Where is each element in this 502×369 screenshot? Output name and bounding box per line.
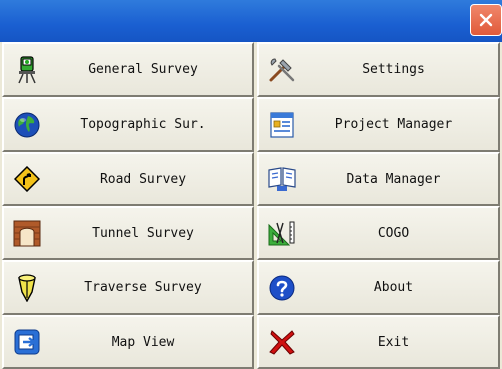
traverse-survey-button[interactable]: Traverse Survey	[2, 260, 254, 315]
close-icon	[479, 13, 493, 27]
about-label: About	[373, 280, 414, 295]
exit-label: Exit	[377, 334, 410, 350]
project-manager-label: Project Manager	[334, 117, 453, 132]
map-view-label: Map View	[111, 334, 175, 350]
cogo-icon	[267, 218, 297, 248]
exit-x-icon	[267, 327, 297, 357]
road-survey-label: Road Survey	[99, 171, 187, 187]
road-sign-icon	[12, 164, 42, 194]
project-manager-button[interactable]: Project Manager	[257, 97, 500, 152]
topographic-survey-button[interactable]: Topographic Sur.	[2, 97, 254, 152]
tunnel-icon	[12, 218, 42, 248]
data-manager-label: Data Manager	[346, 171, 441, 187]
tunnel-survey-label: Tunnel Survey	[92, 225, 194, 241]
title-bar[interactable]	[0, 0, 502, 42]
settings-label: Settings	[362, 62, 425, 77]
general-survey-button[interactable]: General Survey	[2, 42, 254, 97]
help-icon	[267, 273, 297, 303]
traverse-marker-icon	[12, 273, 42, 303]
tools-icon	[267, 55, 297, 85]
tunnel-survey-button[interactable]: Tunnel Survey	[2, 206, 254, 260]
main-menu-window: General Survey Topographic Sur. Road Sur…	[0, 0, 502, 369]
settings-button[interactable]: Settings	[257, 42, 500, 97]
data-manager-button[interactable]: Data Manager	[257, 152, 500, 206]
general-survey-label: General Survey	[88, 62, 198, 77]
about-button[interactable]: About	[257, 260, 500, 315]
data-manager-icon	[267, 164, 297, 194]
cogo-label: COGO	[377, 225, 410, 241]
traverse-survey-label: Traverse Survey	[84, 280, 202, 295]
map-view-icon	[12, 327, 42, 357]
map-view-button[interactable]: Map View	[2, 315, 254, 369]
project-manager-icon	[267, 110, 297, 140]
road-survey-button[interactable]: Road Survey	[2, 152, 254, 206]
total-station-icon	[12, 55, 42, 85]
exit-button[interactable]: Exit	[257, 315, 500, 369]
close-button[interactable]	[470, 4, 502, 36]
menu-grid: General Survey Topographic Sur. Road Sur…	[0, 42, 502, 369]
cogo-button[interactable]: COGO	[257, 206, 500, 260]
topographic-survey-label: Topographic Sur.	[80, 117, 206, 132]
globe-icon	[12, 110, 42, 140]
